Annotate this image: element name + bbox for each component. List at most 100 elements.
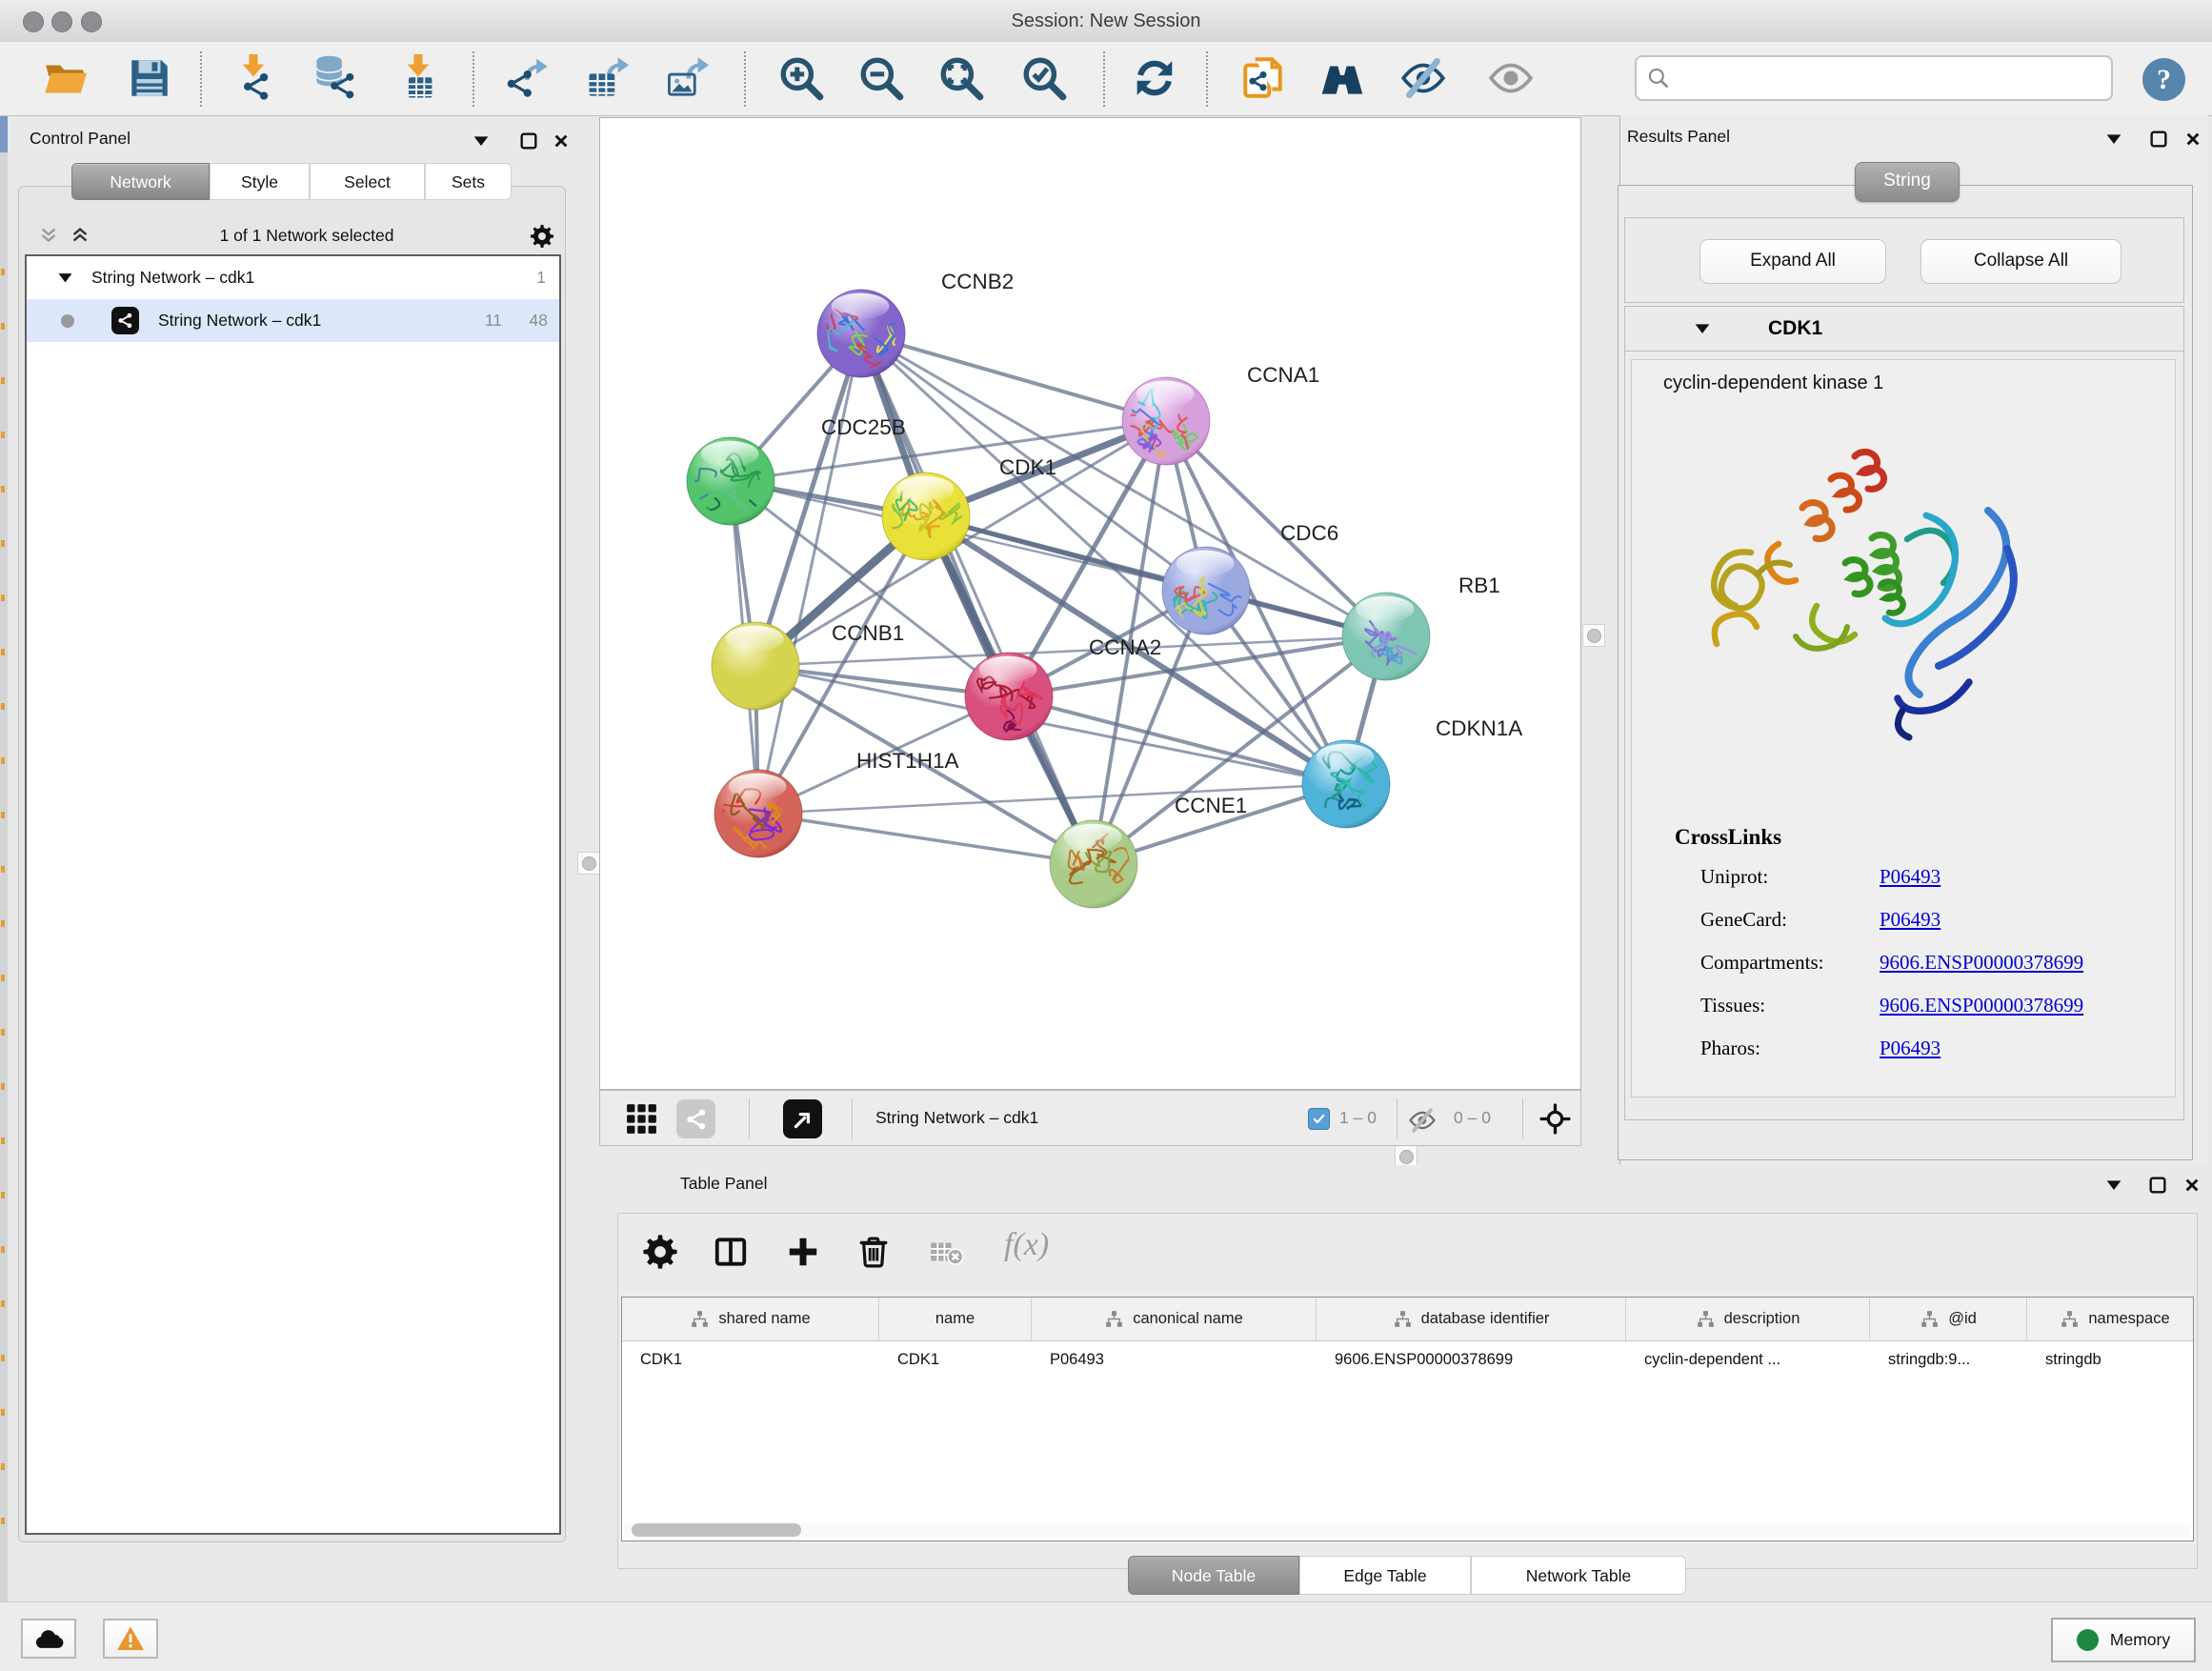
network-edge[interactable] bbox=[758, 784, 1346, 814]
memory-button[interactable]: Memory bbox=[2051, 1618, 2196, 1662]
cloud-button[interactable] bbox=[21, 1619, 76, 1659]
column-header--id[interactable]: @id bbox=[1870, 1298, 2027, 1340]
table-horizontal-scrollbar[interactable] bbox=[624, 1523, 2191, 1538]
results-panel-close-icon[interactable] bbox=[2182, 129, 2203, 150]
export-table-icon[interactable] bbox=[579, 50, 634, 106]
string-view-icon[interactable] bbox=[676, 1099, 715, 1138]
column-header-canonical-name[interactable]: canonical name bbox=[1032, 1298, 1317, 1340]
selected-checkbox[interactable] bbox=[1308, 1108, 1330, 1130]
background-window-edge bbox=[0, 116, 8, 1601]
show-columns-icon[interactable] bbox=[710, 1231, 752, 1273]
network-edge[interactable] bbox=[1009, 696, 1346, 784]
network-node-CCNA1[interactable]: CCNA1 bbox=[1115, 363, 1320, 477]
table-panel-title: Table Panel bbox=[680, 1174, 767, 1194]
network-node-RB1[interactable]: RB1 bbox=[1342, 574, 1500, 684]
column-header-name[interactable]: name bbox=[879, 1298, 1032, 1340]
save-session-icon[interactable] bbox=[122, 50, 177, 106]
hidden-eye-slash-icon bbox=[1408, 1106, 1437, 1135]
search-input[interactable] bbox=[1671, 64, 2111, 92]
gene-section: CDK1 cyclin-dependent kinase 1 CrossLink… bbox=[1624, 306, 2184, 1120]
node-label-HIST1H1A: HIST1H1A bbox=[856, 749, 959, 773]
warning-button[interactable] bbox=[103, 1619, 158, 1659]
network-options-gear-icon[interactable] bbox=[530, 224, 554, 249]
collection-expander-icon[interactable] bbox=[55, 268, 75, 288]
open-folder-icon[interactable] bbox=[38, 50, 93, 106]
zoom-out-icon[interactable] bbox=[854, 50, 909, 106]
table-cell: 9606.ENSP00000378699 bbox=[1317, 1340, 1626, 1379]
crosslink-label: Compartments: bbox=[1700, 951, 1824, 975]
birds-eye-grid-icon[interactable] bbox=[624, 1101, 659, 1137]
column-header-shared-name[interactable]: shared name bbox=[622, 1298, 879, 1340]
collapse-all-button[interactable]: Collapse All bbox=[1920, 239, 2122, 284]
tab-string[interactable]: String bbox=[1855, 162, 1960, 202]
network-name: String Network – cdk1 bbox=[158, 299, 321, 342]
left-splitter-handle[interactable] bbox=[577, 852, 600, 875]
network-canvas[interactable]: CCNB2 CCNA1 CDC25B CDK1 CDC6 RB1 bbox=[599, 117, 1581, 1090]
column-header-database-identifier[interactable]: database identifier bbox=[1317, 1298, 1626, 1340]
column-header-description[interactable]: description bbox=[1626, 1298, 1870, 1340]
tab-node-table[interactable]: Node Table bbox=[1128, 1556, 1299, 1595]
column-header-namespace[interactable]: namespace bbox=[2027, 1298, 2194, 1340]
network-node-HIST1H1A[interactable]: HIST1H1A bbox=[711, 749, 959, 857]
import-table-icon[interactable] bbox=[391, 50, 446, 106]
refresh-icon[interactable] bbox=[1127, 50, 1182, 106]
tab-select[interactable]: Select bbox=[310, 163, 425, 200]
table-panel-float-icon[interactable] bbox=[2147, 1175, 2168, 1196]
export-image-icon[interactable] bbox=[659, 50, 714, 106]
zoom-selected-icon[interactable] bbox=[1016, 50, 1072, 106]
table-cell: CDK1 bbox=[879, 1340, 1032, 1379]
gene-expander-icon[interactable] bbox=[1692, 318, 1713, 339]
node-label-CDC6: CDC6 bbox=[1280, 521, 1338, 545]
binoculars-icon[interactable] bbox=[1315, 50, 1370, 106]
crosshair-icon[interactable] bbox=[1539, 1103, 1571, 1135]
network-row[interactable]: String Network – cdk1 11 48 bbox=[27, 299, 559, 342]
scrollbar-thumb[interactable] bbox=[632, 1523, 801, 1537]
results-panel-float-icon[interactable] bbox=[2148, 129, 2169, 150]
table-cell: P06493 bbox=[1032, 1340, 1317, 1379]
table-options-gear-icon[interactable] bbox=[639, 1231, 681, 1273]
tab-edge-table[interactable]: Edge Table bbox=[1299, 1556, 1471, 1595]
network-edge[interactable] bbox=[758, 333, 861, 814]
collapse-all-networks-icon[interactable] bbox=[38, 225, 59, 246]
gene-section-header[interactable]: CDK1 bbox=[1625, 307, 2183, 352]
show-eye-icon[interactable] bbox=[1483, 50, 1538, 106]
tab-sets[interactable]: Sets bbox=[425, 163, 512, 200]
delete-column-trash-icon[interactable] bbox=[853, 1231, 895, 1273]
network-node-CCNE1[interactable]: CCNE1 bbox=[1050, 794, 1247, 908]
zoom-fit-icon[interactable] bbox=[934, 50, 989, 106]
network-node-CDKN1A[interactable]: CDKN1A bbox=[1302, 716, 1522, 828]
tab-style[interactable]: Style bbox=[210, 163, 310, 200]
results-panel-float-menu-icon[interactable] bbox=[2103, 129, 2124, 150]
expand-collapse-box: Expand All Collapse All bbox=[1624, 217, 2184, 303]
control-panel-float-icon[interactable] bbox=[518, 131, 539, 151]
copy-documents-icon[interactable] bbox=[1236, 50, 1291, 106]
zoom-in-icon[interactable] bbox=[774, 50, 829, 106]
search-box bbox=[1635, 55, 2113, 101]
expand-all-button[interactable]: Expand All bbox=[1699, 239, 1886, 284]
table-panel-float-menu-icon[interactable] bbox=[2103, 1175, 2124, 1196]
open-in-new-window-icon[interactable] bbox=[783, 1099, 822, 1138]
hide-eye-slash-icon[interactable] bbox=[1396, 50, 1451, 106]
expand-all-networks-icon[interactable] bbox=[70, 225, 90, 246]
crosslink-link[interactable]: 9606.ENSP00000378699 bbox=[1880, 951, 2083, 975]
tab-network-table[interactable]: Network Table bbox=[1471, 1556, 1686, 1595]
control-panel-close-icon[interactable] bbox=[551, 131, 572, 151]
crosslink-link[interactable]: P06493 bbox=[1880, 1037, 1941, 1060]
help-icon[interactable]: ? bbox=[2142, 58, 2185, 101]
network-collection-row[interactable]: String Network – cdk1 1 bbox=[27, 256, 559, 299]
network-selection-status: 1 of 1 Network selected bbox=[107, 217, 507, 253]
export-network-icon[interactable] bbox=[499, 50, 554, 106]
tab-network[interactable]: Network bbox=[71, 163, 210, 200]
crosslink-link[interactable]: P06493 bbox=[1880, 908, 1941, 932]
network-edge[interactable] bbox=[758, 814, 1094, 864]
control-panel-float-menu-icon[interactable] bbox=[471, 131, 492, 151]
hierarchy-icon bbox=[2060, 1309, 2080, 1329]
right-splitter-handle[interactable] bbox=[1582, 624, 1605, 647]
table-panel-close-icon[interactable] bbox=[2182, 1175, 2202, 1196]
node-label-CDC25B: CDC25B bbox=[821, 415, 906, 439]
create-column-plus-icon[interactable] bbox=[782, 1231, 824, 1273]
import-network-icon[interactable] bbox=[226, 50, 281, 106]
crosslink-link[interactable]: 9606.ENSP00000378699 bbox=[1880, 994, 2083, 1017]
import-database-icon[interactable] bbox=[306, 50, 361, 106]
crosslink-link[interactable]: P06493 bbox=[1880, 865, 1941, 889]
